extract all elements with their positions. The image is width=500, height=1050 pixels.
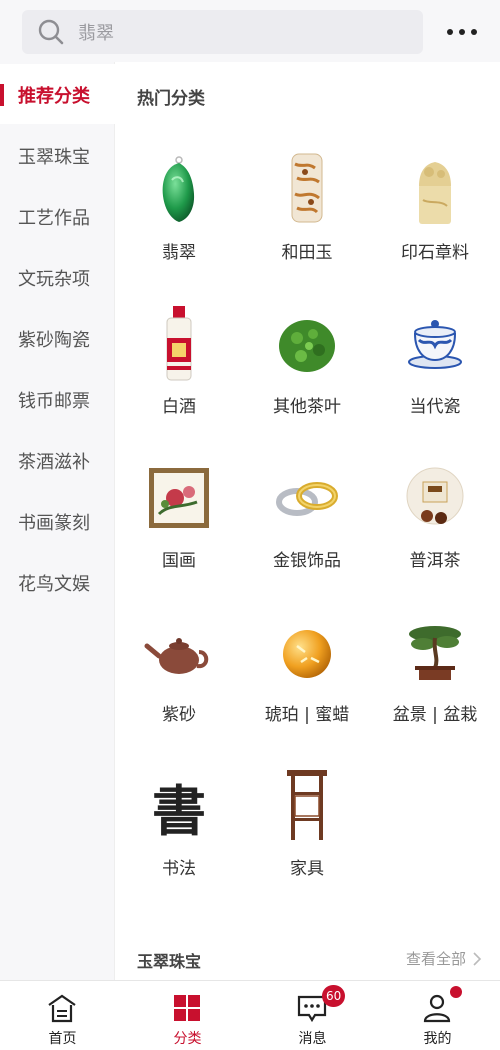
category-jade[interactable]: 翡翠 — [115, 150, 243, 290]
search-input[interactable]: 翡翠 — [78, 19, 114, 45]
top-bar: 翡翠 — [0, 0, 500, 62]
sidebar-item-label: 玉翠珠宝 — [18, 147, 90, 168]
message-count-badge: 60 — [322, 985, 346, 1007]
furniture-icon — [267, 766, 347, 846]
category-hetian-jade[interactable]: 和田玉 — [243, 150, 371, 290]
more-icon[interactable] — [440, 20, 484, 44]
category-furniture[interactable]: 家具 — [243, 766, 371, 906]
puer-tea-icon — [395, 458, 475, 538]
category-icon — [174, 995, 200, 1021]
active-indicator — [0, 84, 4, 106]
category-label: 家具 — [290, 859, 324, 879]
view-all-link[interactable]: 查看全部 — [406, 948, 482, 969]
tab-label: 首页 — [48, 1031, 77, 1047]
category-baijiu[interactable]: 白酒 — [115, 304, 243, 444]
category-label: 琥珀 | 蜜蜡 — [264, 705, 350, 725]
seal-stone-icon — [395, 150, 475, 230]
hetian-jade-icon — [267, 150, 347, 230]
category-puer-tea[interactable]: 普洱茶 — [371, 458, 499, 598]
category-label: 盆景 | 盆栽 — [392, 705, 478, 725]
tab-category[interactable]: 分类 — [125, 981, 250, 1050]
calligraphy-icon: 書 — [139, 766, 219, 846]
painting-icon — [139, 458, 219, 538]
rings-icon — [267, 458, 347, 538]
category-label: 白酒 — [162, 397, 196, 417]
sidebar-item-crafts[interactable]: 工艺作品 — [0, 186, 115, 246]
category-label: 书法 — [162, 859, 196, 879]
category-label: 印石章料 — [401, 243, 469, 263]
category-seal-stone[interactable]: 印石章料 — [371, 150, 499, 290]
category-label: 和田玉 — [281, 243, 333, 263]
jade-section-header: 玉翠珠宝 查看全部 — [137, 944, 482, 972]
sidebar-item-label: 紫砂陶瓷 — [18, 330, 90, 351]
search-bar[interactable]: 翡翠 — [22, 10, 423, 54]
category-label: 普洱茶 — [409, 551, 461, 571]
chevron-right-icon — [473, 951, 482, 966]
tab-messages[interactable]: 60 消息 — [250, 981, 375, 1050]
sidebar-item-label: 钱币邮票 — [18, 391, 90, 412]
category-label: 国画 — [162, 551, 196, 571]
sidebar-item-ceramics[interactable]: 紫砂陶瓷 — [0, 308, 115, 368]
category-calligraphy[interactable]: 書 书法 — [115, 766, 243, 906]
sidebar-item-coins-stamps[interactable]: 钱币邮票 — [0, 369, 115, 429]
sidebar-item-label: 工艺作品 — [18, 208, 90, 229]
category-zisha[interactable]: 紫砂 — [115, 612, 243, 752]
category-bonsai[interactable]: 盆景 | 盆栽 — [371, 612, 499, 752]
category-amber[interactable]: 琥珀 | 蜜蜡 — [243, 612, 371, 752]
category-sidebar: 推荐分类 玉翠珠宝 工艺作品 文玩杂项 紫砂陶瓷 钱币邮票 茶酒滋补 书画篆刻 … — [0, 62, 115, 980]
section-title: 热门分类 — [137, 89, 205, 109]
category-label: 其他茶叶 — [273, 397, 341, 417]
category-label: 金银饰品 — [273, 551, 341, 571]
bottom-tab-bar: 首页 分类 60 消息 我的 — [0, 980, 500, 1050]
sidebar-item-label: 茶酒滋补 — [18, 452, 90, 473]
tab-label: 消息 — [298, 1031, 327, 1047]
category-label: 翡翠 — [162, 243, 196, 263]
category-label: 当代瓷 — [409, 397, 461, 417]
teapot-icon — [139, 612, 219, 692]
sidebar-item-curios[interactable]: 文玩杂项 — [0, 247, 115, 307]
tab-label: 分类 — [173, 1031, 202, 1047]
sidebar-item-tea-wine[interactable]: 茶酒滋补 — [0, 430, 115, 490]
sidebar-item-label: 文玩杂项 — [18, 269, 90, 290]
sidebar-item-recommended[interactable]: 推荐分类 — [0, 64, 115, 124]
category-chinese-painting[interactable]: 国画 — [115, 458, 243, 598]
search-icon — [38, 19, 64, 45]
sidebar-item-jade-jewelry[interactable]: 玉翠珠宝 — [0, 125, 115, 185]
category-gold-silver[interactable]: 金银饰品 — [243, 458, 371, 598]
bonsai-icon — [395, 612, 475, 692]
sidebar-item-birds-flowers[interactable]: 花鸟文娱 — [0, 552, 115, 612]
porcelain-cup-icon — [395, 304, 475, 384]
category-contemporary-porcelain[interactable]: 当代瓷 — [371, 304, 499, 444]
category-other-tea[interactable]: 其他茶叶 — [243, 304, 371, 444]
tab-home[interactable]: 首页 — [0, 981, 125, 1050]
tea-leaves-icon — [267, 304, 347, 384]
tab-label: 我的 — [423, 1031, 452, 1047]
home-icon — [48, 994, 76, 1023]
jade-pendant-icon — [139, 150, 219, 230]
tab-profile[interactable]: 我的 — [375, 981, 500, 1050]
profile-icon — [423, 994, 451, 1023]
view-all-label: 查看全部 — [405, 950, 466, 968]
sidebar-item-label: 花鸟文娱 — [18, 574, 90, 595]
sidebar-item-label: 推荐分类 — [18, 86, 90, 107]
amber-icon — [267, 612, 347, 692]
sidebar-item-painting-seal[interactable]: 书画篆刻 — [0, 491, 115, 551]
category-content: 热门分类 翡翠 和田玉 印石章料 白酒 其他茶叶 当代瓷 国画 金银饰品 普洱茶… — [115, 62, 500, 980]
liquor-bottle-icon — [139, 304, 219, 384]
jade-section-title: 玉翠珠宝 — [137, 952, 202, 971]
calligraphy-glyph: 書 — [152, 778, 206, 843]
category-label: 紫砂 — [162, 705, 196, 725]
sidebar-item-label: 书画篆刻 — [18, 513, 90, 534]
notification-dot — [450, 986, 462, 998]
